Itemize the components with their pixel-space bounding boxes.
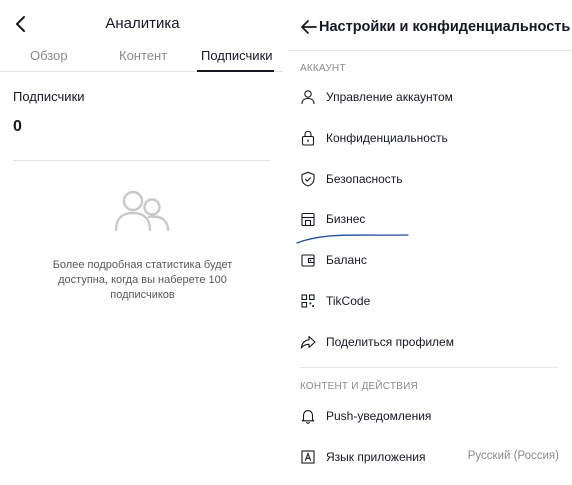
settings-item-share-profile[interactable]: Поделиться профилем bbox=[288, 324, 572, 364]
lock-icon bbox=[301, 130, 315, 146]
settings-item-app-language[interactable]: Язык приложения Русский (Россия) bbox=[288, 439, 572, 479]
back-button[interactable] bbox=[300, 18, 318, 36]
settings-item-label: Безопасность bbox=[326, 172, 403, 186]
shield-icon bbox=[301, 171, 315, 187]
settings-item-manage-account[interactable]: Управление аккаунтом bbox=[288, 79, 572, 119]
settings-item-security[interactable]: Безопасность bbox=[288, 161, 572, 201]
settings-item-label: TikCode bbox=[326, 294, 371, 308]
chevron-left-icon bbox=[16, 16, 25, 32]
section-divider bbox=[300, 367, 558, 368]
bell-icon bbox=[301, 410, 315, 424]
settings-screen: Настройки и конфиденциальность АККАУНТ У… bbox=[288, 0, 572, 485]
language-icon bbox=[301, 450, 315, 464]
share-icon bbox=[300, 335, 316, 349]
tab-followers[interactable]: Подписчики bbox=[201, 48, 273, 63]
followers-count: 0 bbox=[13, 118, 22, 135]
settings-item-label: Конфиденциальность bbox=[326, 131, 448, 145]
empty-state-message: Более подробная статистика будет доступн… bbox=[52, 259, 233, 301]
qr-code-icon bbox=[301, 294, 315, 308]
settings-item-label: Баланс bbox=[326, 253, 367, 267]
page-title: Настройки и конфиденциальность bbox=[319, 19, 571, 35]
arrow-left-icon bbox=[301, 20, 317, 34]
settings-item-label: Бизнес bbox=[326, 212, 366, 226]
settings-item-privacy[interactable]: Конфиденциальность bbox=[288, 120, 572, 160]
tab-overview[interactable]: Обзор bbox=[30, 48, 68, 63]
active-tab-indicator bbox=[197, 70, 274, 72]
settings-item-label: Управление аккаунтом bbox=[326, 90, 453, 104]
settings-item-push-notifications[interactable]: Push-уведомления bbox=[288, 398, 572, 438]
settings-item-label: Язык приложения bbox=[326, 450, 426, 464]
person-icon bbox=[301, 90, 315, 105]
settings-item-tikcode[interactable]: TikCode bbox=[288, 283, 572, 323]
page-title: Аналитика bbox=[105, 15, 180, 32]
divider bbox=[13, 160, 271, 161]
people-icon bbox=[114, 190, 170, 232]
section-header-content-actions: КОНТЕНТ И ДЕЙСТВИЯ bbox=[300, 381, 418, 392]
settings-item-label: Push-уведомления bbox=[326, 409, 432, 423]
settings-item-business[interactable]: Бизнес bbox=[288, 201, 572, 241]
wallet-icon bbox=[301, 254, 315, 267]
analytics-tabs: Обзор Контент Подписчики bbox=[0, 45, 283, 72]
store-icon bbox=[301, 212, 315, 227]
header-divider bbox=[288, 50, 572, 51]
tab-content[interactable]: Контент bbox=[119, 48, 167, 63]
analytics-screen: Аналитика Обзор Контент Подписчики Подпи… bbox=[0, 0, 283, 485]
settings-item-label: Поделиться профилем bbox=[326, 335, 454, 349]
section-header-account: АККАУНТ bbox=[300, 63, 346, 74]
followers-label: Подписчики bbox=[13, 89, 85, 104]
back-button[interactable] bbox=[11, 13, 31, 35]
settings-item-balance[interactable]: Баланс bbox=[288, 242, 572, 282]
language-value: Русский (Россия) bbox=[467, 450, 559, 462]
